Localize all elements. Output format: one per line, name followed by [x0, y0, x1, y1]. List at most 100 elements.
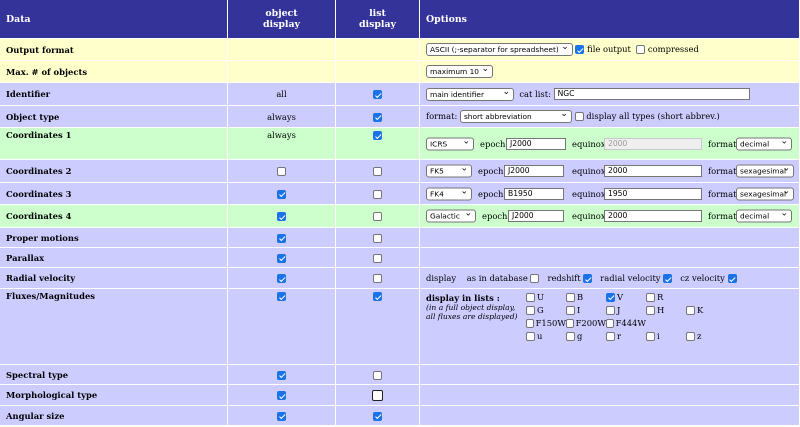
row-label: Coordinates 1 — [0, 128, 228, 160]
coord3-format-select[interactable]: sexagesimal — [736, 186, 794, 200]
radial-velocity-label: radial velocity — [600, 273, 661, 283]
format-label: format: — [708, 211, 740, 221]
flux-band-checkbox[interactable] — [606, 305, 615, 315]
as-in-database-checkbox[interactable] — [530, 274, 540, 283]
flux-band-checkbox[interactable] — [526, 318, 534, 328]
object-type-list-checkbox[interactable] — [373, 112, 382, 122]
row-coordinates-4: Coordinates 4 Galactic epoch: J2000 equi… — [0, 205, 800, 228]
angular-size-object-checkbox[interactable] — [277, 411, 286, 421]
coord4-epoch-input[interactable]: J2000 — [508, 210, 564, 222]
flux-band-checkbox[interactable] — [566, 331, 575, 341]
flux-band-grid: U B V R G I J H K F150W F200W F444W u g r i z — [526, 292, 726, 341]
row-label: Identifier — [0, 83, 228, 106]
output-format-select[interactable]: ASCII (;-separator for spreadsheet) — [426, 42, 573, 56]
flux-band-checkbox[interactable] — [646, 331, 655, 341]
cz-velocity-checkbox[interactable] — [727, 274, 737, 283]
coord2-epoch-input[interactable]: J2000 — [504, 165, 564, 177]
angular-size-list-checkbox[interactable] — [373, 411, 382, 421]
flux-band-label: B — [577, 292, 584, 302]
coord1-format-select[interactable]: decimal — [736, 136, 792, 150]
compressed-checkbox[interactable] — [636, 45, 646, 54]
row-label: Proper motions — [0, 228, 228, 248]
flux-band-label: r — [617, 331, 622, 341]
flux-band-checkbox[interactable] — [566, 305, 575, 315]
flux-band-label: K — [697, 305, 704, 315]
flux-band-checkbox[interactable] — [526, 292, 535, 302]
max-objects-select[interactable]: maximum 10 — [426, 64, 493, 78]
coord1-list-checkbox[interactable] — [373, 131, 382, 140]
flux-band-checkbox[interactable] — [686, 331, 695, 341]
row-object-type: Object type always format: short abbrevi… — [0, 106, 800, 128]
radial-velocity-list-checkbox[interactable] — [373, 274, 382, 283]
equinox-label: equinox: — [572, 211, 609, 221]
coord2-format-select[interactable]: sexagesimal — [736, 164, 794, 178]
row-parallax: Parallax — [0, 248, 800, 268]
coord4-list-checkbox[interactable] — [373, 212, 382, 221]
flux-band-checkbox[interactable] — [606, 318, 614, 328]
cz-velocity-label: cz velocity — [680, 273, 725, 283]
radial-velocity-checkbox[interactable] — [663, 274, 673, 283]
file-output-checkbox[interactable] — [575, 45, 585, 54]
coord4-format-select[interactable]: decimal — [736, 209, 792, 223]
file-output-label: file output — [587, 44, 631, 54]
fluxes-list-checkbox[interactable] — [373, 292, 382, 301]
identifier-list-checkbox[interactable] — [373, 90, 382, 99]
epoch-label: epoch: — [480, 138, 509, 149]
flux-band-label: F150W — [535, 318, 566, 328]
flux-band-label: V — [617, 292, 624, 302]
coord1-frame-select[interactable]: ICRS — [426, 136, 474, 150]
coord1-epoch-input[interactable]: J2000 — [506, 137, 566, 150]
flux-band-checkbox[interactable] — [526, 331, 535, 341]
coord1-equinox-input[interactable]: 2000 — [604, 137, 702, 150]
display-in-lists-label: display in lists : — [426, 293, 500, 303]
coord1-object-value: always — [228, 128, 336, 160]
equinox-label: equinox: — [572, 138, 609, 149]
flux-band-checkbox[interactable] — [526, 305, 535, 315]
flux-band-item: F444W — [606, 318, 646, 328]
flux-band-checkbox[interactable] — [646, 305, 655, 315]
flux-band-label: J — [617, 305, 621, 315]
flux-band-checkbox[interactable] — [686, 305, 695, 315]
coord2-list-checkbox[interactable] — [373, 167, 382, 176]
coord4-equinox-input[interactable]: 2000 — [604, 210, 702, 222]
spectral-type-object-checkbox[interactable] — [277, 370, 286, 380]
coord3-frame-select[interactable]: FK4 — [426, 186, 472, 200]
coord2-frame-select[interactable]: FK5 — [426, 164, 472, 178]
parallax-list-checkbox[interactable] — [373, 253, 382, 263]
coord3-equinox-input[interactable]: 1950 — [604, 187, 702, 200]
coord2-equinox-input[interactable]: 2000 — [604, 165, 702, 177]
display-all-types-checkbox[interactable] — [574, 112, 584, 121]
flux-band-checkbox[interactable] — [606, 331, 615, 341]
flux-band-checkbox[interactable] — [606, 292, 615, 302]
spectral-type-list-checkbox[interactable] — [373, 370, 382, 380]
coord3-object-checkbox[interactable] — [277, 189, 286, 199]
row-label: Coordinates 4 — [0, 205, 228, 228]
fluxes-note-1: (in a full object display, — [426, 303, 516, 312]
row-output-format: Output format ASCII (;-separator for spr… — [0, 39, 800, 61]
flux-band-item: B — [566, 292, 606, 302]
cat-list-input[interactable]: NGC — [553, 88, 750, 100]
redshift-checkbox[interactable] — [583, 274, 593, 283]
coord3-epoch-input[interactable]: B1950 — [504, 187, 564, 200]
coord4-object-checkbox[interactable] — [277, 212, 286, 221]
morphological-type-list-checkbox[interactable] — [372, 389, 383, 401]
fluxes-object-checkbox[interactable] — [277, 292, 286, 301]
morphological-type-object-checkbox[interactable] — [277, 391, 286, 400]
coord2-object-checkbox[interactable] — [277, 167, 286, 176]
proper-motions-object-checkbox[interactable] — [277, 233, 286, 243]
object-type-format-select[interactable]: short abbreviation — [459, 109, 572, 123]
proper-motions-list-checkbox[interactable] — [373, 233, 382, 243]
flux-band-checkbox[interactable] — [646, 292, 655, 302]
radial-velocity-object-checkbox[interactable] — [277, 274, 286, 283]
coord3-list-checkbox[interactable] — [373, 189, 382, 199]
flux-band-checkbox[interactable] — [566, 318, 574, 328]
epoch-label: epoch: — [478, 188, 507, 199]
flux-band-checkbox[interactable] — [566, 292, 575, 302]
identifier-select[interactable]: main identifier — [426, 87, 514, 101]
epoch-label: epoch: — [482, 211, 511, 221]
row-label: Object type — [0, 106, 228, 128]
row-label: Morphological type — [0, 385, 228, 406]
parallax-object-checkbox[interactable] — [277, 253, 286, 263]
row-radial-velocity: Radial velocity display as in database r… — [0, 268, 800, 289]
coord4-frame-select[interactable]: Galactic — [426, 209, 476, 223]
